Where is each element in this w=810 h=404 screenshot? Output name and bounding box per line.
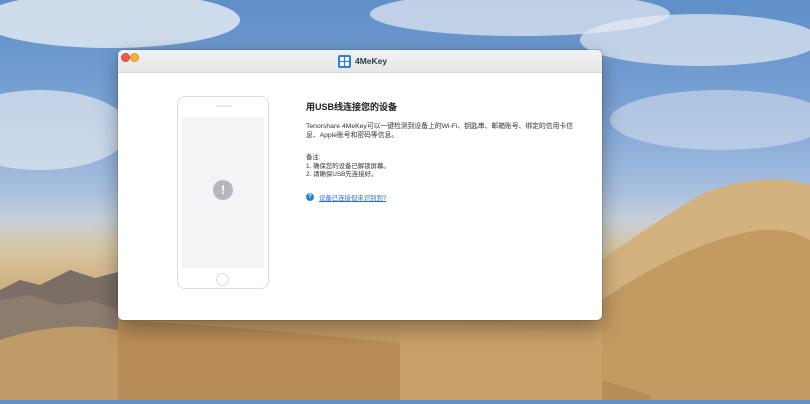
note-item: 2. 请确保USB先连接好。 [306, 171, 378, 178]
phone-screen: ! [182, 117, 264, 268]
notes-list: 备注: 1. 确保您的设备已解锁屏幕。 2. 请确保USB先连接好。 [306, 154, 576, 180]
note-item: 1. 确保您的设备已解锁屏幕。 [306, 162, 390, 170]
device-not-recognized-link[interactable]: 设备已连接但未识别到? [319, 193, 386, 202]
app-brand: 4MeKey [338, 54, 387, 68]
grid-logo-icon [338, 54, 351, 68]
phone-speaker [216, 105, 232, 107]
question-circle-icon[interactable]: ? [306, 193, 314, 201]
close-traffic-light-icon[interactable] [121, 53, 130, 62]
app-window: 4MeKey ! 用USB线连接您的设备 Tenorshare 4MeKey可以… [118, 50, 602, 320]
instructions-panel: 用USB线连接您的设备 Tenorshare 4MeKey可以一键检测到设备上的… [306, 100, 576, 202]
phone-home-button [216, 273, 229, 286]
exclamation-alert-icon: ! [213, 180, 233, 200]
phone-illustration: ! [177, 96, 269, 289]
notes-title: 备注: [306, 154, 321, 161]
window-titlebar: 4MeKey [118, 50, 602, 73]
help-row: ? 设备已连接但未识别到? [306, 193, 576, 202]
minimize-traffic-light-icon[interactable] [130, 53, 139, 62]
app-name: 4MeKey [355, 56, 388, 66]
page-title: 用USB线连接您的设备 [306, 102, 398, 112]
description-text: Tenorshare 4MeKey可以一键检测到设备上的Wi-Fi、钥匙串、邮箱… [306, 123, 573, 139]
